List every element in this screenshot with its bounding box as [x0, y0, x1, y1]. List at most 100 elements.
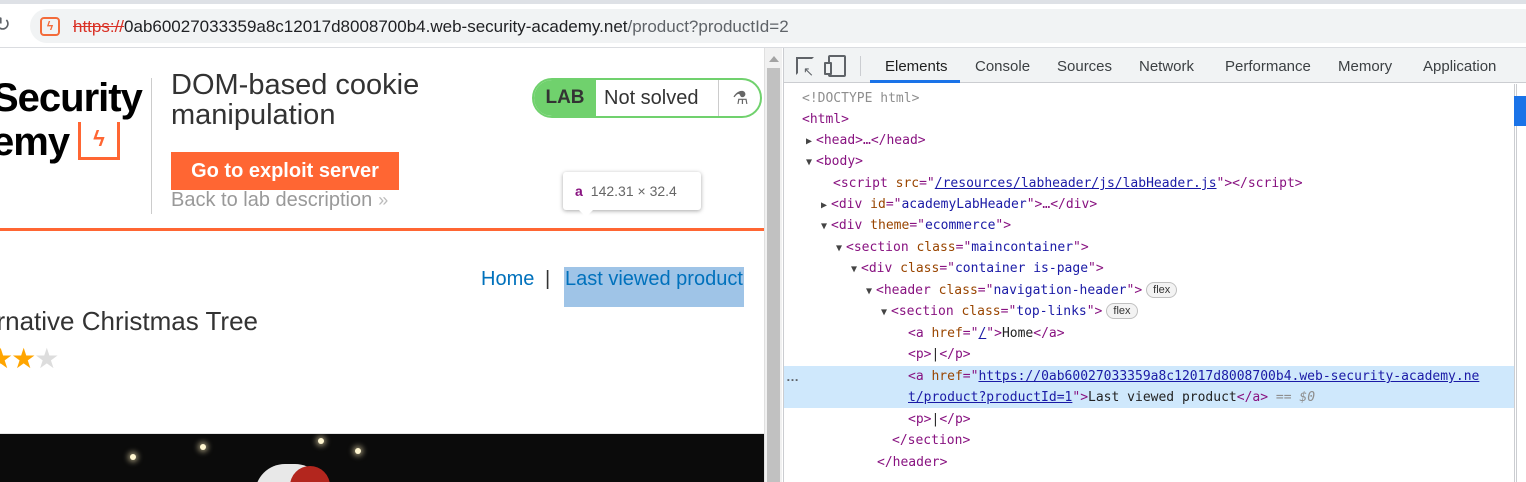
- url-scheme: https://: [73, 17, 125, 36]
- more-options-icon[interactable]: …: [786, 366, 799, 387]
- collapse-triangle-icon[interactable]: ▼: [821, 221, 827, 232]
- dom-node-html[interactable]: <html>: [802, 109, 849, 130]
- url-host: 0ab60027033359a8c12017d8008700b4.web-sec…: [124, 17, 628, 36]
- collapse-triangle-icon[interactable]: ▼: [866, 286, 872, 297]
- flex-badge[interactable]: flex: [1146, 282, 1178, 298]
- dom-selected-text: Last viewed product: [1088, 390, 1237, 405]
- lab-status-text: Not solved: [604, 87, 699, 109]
- tab-strip: [0, 0, 1526, 4]
- dom-node-script[interactable]: <script src="/resources/labheader/js/lab…: [833, 173, 1303, 194]
- star-filled-icon: ★: [11, 343, 36, 374]
- dom-tree: <!DOCTYPE html> <html> ▶ <head>…</head> ▼…: [784, 84, 1514, 482]
- inspect-tooltip: a 142.31 × 32.4: [563, 172, 701, 210]
- dom-node-selected-a[interactable]: … <a href="https://0ab60027033359a8c12017…: [784, 366, 1514, 387]
- site-favicon-icon: ϟ: [40, 17, 60, 36]
- dom-node-section-close[interactable]: </section>: [892, 430, 970, 451]
- exploit-server-button[interactable]: Go to exploit server: [171, 152, 399, 190]
- dom-node-top-links[interactable]: ▼ <section class="top-links"> flex: [881, 301, 1138, 322]
- dom-head-tag: <head>…</head>: [816, 133, 926, 148]
- dom-node-header-close[interactable]: </header>: [877, 452, 947, 473]
- collapse-triangle-icon[interactable]: ▼: [806, 157, 812, 168]
- styles-pane-active-tab[interactable]: [1514, 96, 1526, 126]
- collapse-triangle-icon[interactable]: ▼: [836, 243, 842, 254]
- academy-logo-line1[interactable]: Security: [0, 78, 143, 118]
- dom-node-div-header[interactable]: ▶ <div id="academyLabHeader">…</div>: [821, 194, 1097, 215]
- tooltip-arrow: [578, 209, 594, 217]
- back-to-lab-description-link[interactable]: Back to lab description»: [171, 189, 388, 212]
- star-empty-icon: ★: [34, 343, 59, 374]
- dom-body-tag: <body>: [816, 154, 863, 169]
- collapse-triangle-icon[interactable]: ▼: [851, 264, 857, 275]
- header-orange-rule: [0, 228, 764, 231]
- lab-title: DOM-based cookie manipulation: [171, 69, 420, 131]
- nav-separator: |: [545, 268, 551, 290]
- tooltip-dimensions: 142.31 × 32.4: [590, 183, 677, 199]
- nav-last-viewed-product-link[interactable]: Last viewed product: [565, 268, 743, 291]
- dom-toplinks-class: top-links: [1016, 304, 1087, 319]
- dom-node-p[interactable]: <p>|</p>: [908, 344, 971, 365]
- nav-home-link[interactable]: Home: [481, 268, 534, 291]
- dom-node-head[interactable]: ▶ <head>…</head>: [806, 130, 926, 151]
- expand-triangle-icon[interactable]: ▶: [821, 200, 827, 211]
- dom-node-section-main[interactable]: ▼ <section class="maincontainer">: [836, 237, 1089, 258]
- inspect-cursor-icon: ↖: [803, 64, 814, 79]
- dom-div-theme: ecommerce: [924, 218, 996, 233]
- dom-script-src-link[interactable]: /resources/labheader/js/labHeader.js: [935, 176, 1217, 191]
- web-page: Security emy ϟ DOM-based cookie manipula…: [0, 48, 764, 482]
- image-light: [130, 454, 136, 460]
- dom-node-container[interactable]: ▼ <div class="container is-page">: [851, 258, 1104, 279]
- tab-sources[interactable]: Sources: [1057, 48, 1112, 83]
- dom-node-p2[interactable]: <p>|</p>: [908, 409, 971, 430]
- url-path: /product?productId=2: [627, 17, 789, 36]
- tab-console[interactable]: Console: [975, 48, 1030, 83]
- dom-html-tag: <html>: [802, 112, 849, 127]
- reload-icon[interactable]: ↻: [0, 14, 14, 36]
- dom-dollar0: == $0: [1275, 390, 1316, 405]
- dom-header-close: </header>: [877, 455, 948, 470]
- tab-performance[interactable]: Performance: [1225, 48, 1311, 83]
- tab-application[interactable]: Application: [1423, 48, 1496, 83]
- expand-triangle-icon[interactable]: ▶: [806, 136, 812, 147]
- styles-pane-edge: [1516, 84, 1526, 482]
- dom-node-doctype[interactable]: <!DOCTYPE html>: [802, 88, 919, 109]
- image-light: [318, 438, 324, 444]
- devtools-tabbar: ↖ Elements Console Sources Network Perfo…: [784, 48, 1526, 83]
- flex-badge[interactable]: flex: [1106, 303, 1138, 319]
- page-scrollbar[interactable]: [764, 48, 782, 482]
- url-text[interactable]: https://0ab60027033359a8c12017d8008700b4…: [73, 17, 789, 37]
- header-divider: [151, 78, 152, 214]
- dom-container-class: container is-page: [954, 261, 1089, 276]
- tabbar-divider: [860, 56, 861, 76]
- dom-node-home-link[interactable]: <a href="/">Home</a>: [908, 323, 1065, 344]
- device-toolbar-phone-icon: [824, 62, 832, 75]
- flask-icon: ⚗: [718, 80, 760, 116]
- dom-selected-href-part2[interactable]: t/product?productId=1: [908, 390, 1072, 405]
- address-bar[interactable]: ϟ https://0ab60027033359a8c12017d8008700…: [30, 9, 1526, 43]
- collapse-triangle-icon[interactable]: ▼: [881, 307, 887, 318]
- academy-logo-line2[interactable]: emy: [0, 122, 70, 162]
- dom-home-text: Home: [1001, 326, 1034, 341]
- lab-status-widget: LAB Not solved ⚗: [532, 78, 762, 118]
- dom-header-class: navigation-header: [993, 283, 1127, 298]
- scrollbar-thumb[interactable]: [767, 68, 780, 482]
- tab-memory[interactable]: Memory: [1338, 48, 1392, 83]
- scroll-up-arrow-icon[interactable]: [769, 56, 779, 62]
- tab-elements[interactable]: Elements: [885, 48, 948, 83]
- dom-selected-href-part1[interactable]: https://0ab60027033359a8c12017d8008700b4…: [978, 369, 1479, 384]
- tooltip-tag: a: [575, 183, 583, 199]
- devtools-panel: ↖ Elements Console Sources Network Perfo…: [783, 48, 1526, 482]
- dom-section-class: maincontainer: [971, 240, 1074, 255]
- star-filled-icon: ★: [0, 343, 13, 374]
- product-title: ernative Christmas Tree: [0, 306, 258, 336]
- dom-section-close: </section>: [892, 433, 971, 448]
- back-link-label: Back to lab description: [171, 189, 373, 211]
- academy-logo-mark-icon: ϟ: [78, 122, 120, 160]
- dom-node-body[interactable]: ▼ <body>: [806, 151, 863, 172]
- dom-node-header[interactable]: ▼ <header class="navigation-header"> flex: [866, 280, 1178, 301]
- dom-node-selected-a-cont[interactable]: t/product?productId=1">Last viewed produ…: [784, 387, 1514, 408]
- dom-doctype-text: <!DOCTYPE html>: [802, 91, 920, 106]
- tab-network[interactable]: Network: [1139, 48, 1194, 83]
- image-light: [200, 444, 206, 450]
- dom-node-div-theme[interactable]: ▼ <div theme="ecommerce">: [821, 215, 1011, 236]
- dom-panel-divider: [1514, 84, 1515, 482]
